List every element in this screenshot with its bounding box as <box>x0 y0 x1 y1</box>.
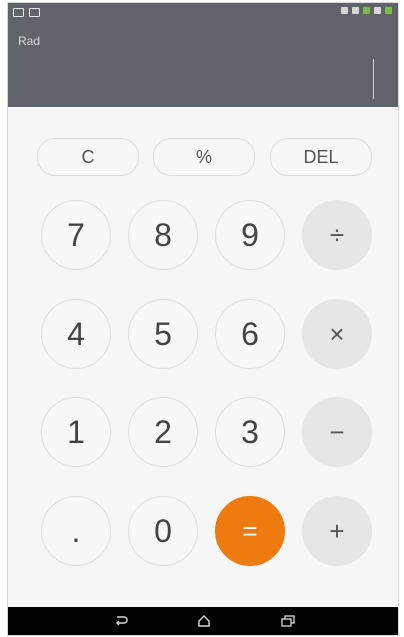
minus-button[interactable]: − <box>302 397 372 467</box>
equals-button[interactable]: = <box>215 496 285 566</box>
percent-button[interactable]: % <box>153 138 255 176</box>
digit-1-button[interactable]: 1 <box>41 397 111 467</box>
back-icon[interactable] <box>109 611 133 631</box>
navigation-bar <box>8 607 398 635</box>
digit-3-button[interactable]: 3 <box>215 397 285 467</box>
mute-icon <box>341 7 348 14</box>
digit-6-button[interactable]: 6 <box>215 299 285 369</box>
divide-button[interactable]: ÷ <box>302 200 372 270</box>
display-area: Rad <box>8 3 398 107</box>
delete-button[interactable]: DEL <box>270 138 372 176</box>
clear-button[interactable]: C <box>37 138 139 176</box>
calculator-app: Rad C % DEL 7 8 9 ÷ 4 5 6 × 1 2 3 − . 0 … <box>7 2 399 636</box>
notification-icon <box>13 8 24 17</box>
status-bar <box>8 3 398 23</box>
decimal-point-button[interactable]: . <box>41 496 111 566</box>
signal-icon <box>374 7 381 14</box>
angle-mode-label[interactable]: Rad <box>18 34 40 48</box>
recent-apps-icon[interactable] <box>276 611 300 631</box>
home-icon[interactable] <box>192 611 216 631</box>
digit-5-button[interactable]: 5 <box>128 299 198 369</box>
digit-7-button[interactable]: 7 <box>41 200 111 270</box>
status-left <box>13 8 40 17</box>
notification-icon <box>29 8 40 17</box>
plus-button[interactable]: + <box>302 496 372 566</box>
digit-2-button[interactable]: 2 <box>128 397 198 467</box>
wifi-icon <box>352 7 359 14</box>
digit-8-button[interactable]: 8 <box>128 200 198 270</box>
digit-4-button[interactable]: 4 <box>41 299 111 369</box>
multiply-button[interactable]: × <box>302 299 372 369</box>
battery-icon <box>385 7 392 14</box>
digit-0-button[interactable]: 0 <box>128 496 198 566</box>
status-right <box>341 7 392 14</box>
input-cursor <box>373 59 374 99</box>
sim-icon <box>363 7 370 14</box>
digit-9-button[interactable]: 9 <box>215 200 285 270</box>
